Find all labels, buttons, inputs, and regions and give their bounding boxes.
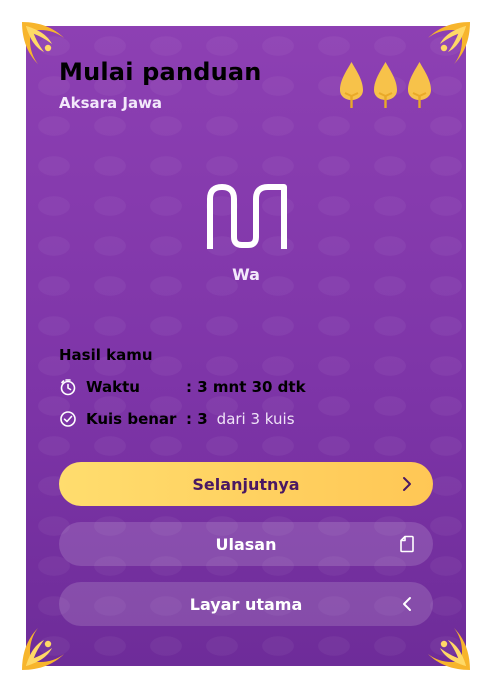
next-button-label: Selanjutnya: [192, 474, 300, 494]
gunungan-icon: [406, 60, 433, 110]
time-value: : 3 mnt 30 dtk: [186, 378, 306, 396]
character-label: Wa: [232, 265, 260, 284]
results-title: Hasil kamu: [59, 346, 153, 364]
corner-ornament-bottom-right: [418, 618, 478, 678]
quiz-total: dari 3 kuis: [216, 410, 295, 428]
next-button[interactable]: Selanjutnya: [59, 462, 433, 506]
aksara-wa-icon: [206, 183, 288, 251]
quiz-value: : 3: [186, 410, 208, 428]
document-icon: [397, 534, 417, 554]
lives-indicator: [338, 60, 433, 110]
home-button[interactable]: Layar utama: [59, 582, 433, 626]
timer-icon: [59, 378, 77, 396]
check-circle-icon: [59, 410, 77, 428]
quiz-label: Kuis benar: [86, 410, 177, 428]
home-button-label: Layar utama: [189, 594, 303, 614]
time-label: Waktu: [86, 378, 140, 396]
time-row: Waktu : 3 mnt 30 dtk: [59, 376, 306, 398]
gunungan-icon: [372, 60, 399, 110]
page-title: Mulai panduan: [59, 58, 262, 86]
corner-ornament-bottom-left: [14, 618, 74, 678]
review-button-label: Ulasan: [215, 534, 277, 554]
chevron-left-icon: [397, 594, 417, 614]
chevron-right-icon: [397, 474, 417, 494]
quiz-row: Kuis benar : 3 dari 3 kuis: [59, 408, 295, 430]
review-button[interactable]: Ulasan: [59, 522, 433, 566]
page-subtitle: Aksara Jawa: [59, 94, 163, 112]
gunungan-icon: [338, 60, 365, 110]
